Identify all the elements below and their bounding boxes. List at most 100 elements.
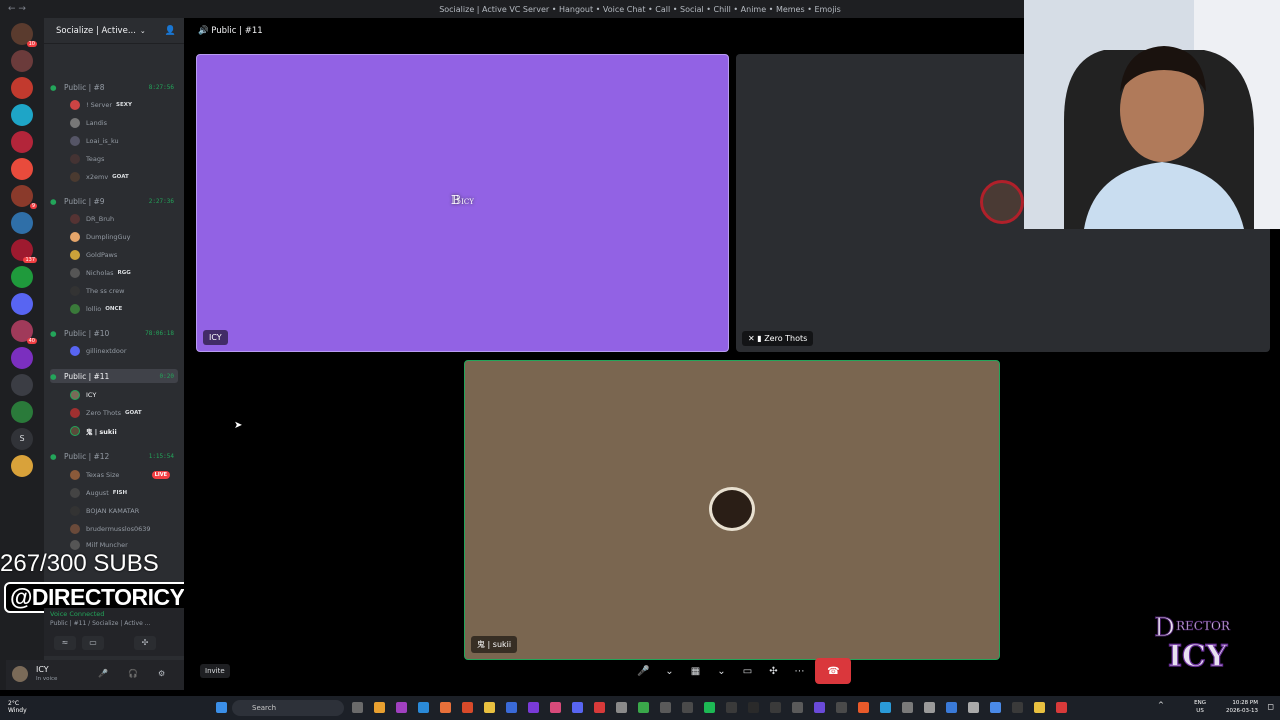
microphone-icon[interactable]: 🎤 [633, 660, 653, 682]
app-icon[interactable] [1012, 702, 1023, 713]
list-item[interactable]: ICY [70, 388, 178, 402]
app-icon[interactable] [682, 702, 693, 713]
list-item[interactable]: lollio ONCE [70, 302, 178, 316]
participant-tile-sukii[interactable]: 鬼 | sukii [464, 360, 1000, 660]
voice-channel-public-8[interactable]: ● Public | #8 8:27:56 [50, 80, 178, 94]
list-item[interactable]: Teags [70, 152, 178, 166]
windows-start-icon[interactable] [216, 702, 227, 713]
headphones-icon[interactable]: 🎧 [128, 669, 138, 678]
app-icon[interactable] [836, 702, 847, 713]
server-icon[interactable]: 10 [11, 23, 37, 47]
spotify-icon[interactable] [704, 702, 715, 713]
microphone-icon[interactable]: 🎤 [98, 669, 108, 678]
list-item[interactable]: BOJAN KAMATAR [70, 504, 178, 518]
app-icon[interactable] [396, 702, 407, 713]
app-icon[interactable] [946, 702, 957, 713]
list-item[interactable]: DumplingGuy [70, 230, 178, 244]
noise-icon[interactable]: ≈ [54, 636, 76, 650]
discord-icon[interactable] [572, 702, 583, 713]
voice-channel-public-12[interactable]: ● Public | #12 1:15:54 [50, 449, 178, 463]
app-icon[interactable] [792, 702, 803, 713]
app-icon[interactable] [374, 702, 385, 713]
list-item[interactable]: brudermusslos0639 [70, 522, 178, 536]
weather-widget[interactable]: 2°C Windy [8, 700, 27, 714]
list-item[interactable]: Nicholas RGG [70, 266, 178, 280]
back-forward-icon[interactable]: ← → [8, 4, 26, 14]
app-icon[interactable] [660, 702, 671, 713]
voice-channel-public-9[interactable]: ● Public | #9 2:27:36 [50, 194, 178, 208]
app-icon[interactable] [990, 702, 1001, 713]
add-member-icon[interactable]: 👤 [165, 26, 176, 36]
app-icon[interactable] [968, 702, 979, 713]
server-icon[interactable]: 137 [11, 239, 37, 263]
avatar[interactable] [12, 666, 28, 682]
server-icon[interactable] [11, 401, 33, 423]
chrome-icon[interactable] [638, 702, 649, 713]
server-icon[interactable] [11, 347, 33, 369]
server-icon[interactable]: 9 [11, 185, 37, 209]
app-icon[interactable] [748, 702, 759, 713]
list-item[interactable]: Zero Thots GOAT [70, 406, 178, 420]
brave-icon[interactable] [462, 702, 473, 713]
app-icon[interactable] [858, 702, 869, 713]
language-indicator[interactable]: ENG US [1194, 699, 1206, 715]
invite-button[interactable]: Invite [200, 664, 230, 678]
list-item[interactable]: Landis [70, 116, 178, 130]
participant-tile-icy[interactable]: 𝔹ICY ICY [196, 54, 729, 352]
list-item[interactable]: DR_Bruh [70, 212, 178, 226]
app-icon[interactable] [1056, 702, 1067, 713]
app-icon[interactable] [528, 702, 539, 713]
chevron-down-icon[interactable]: ⌄ [659, 660, 679, 682]
server-icon[interactable] [11, 131, 33, 153]
app-icon[interactable] [726, 702, 737, 713]
list-item[interactable]: gillinextdoor [70, 344, 178, 358]
list-item[interactable]: ! Server SEXY [70, 98, 178, 112]
server-icon[interactable] [11, 266, 33, 288]
voice-channel-public-10[interactable]: ● Public | #10 78:06:18 [50, 326, 178, 340]
edge-icon[interactable] [418, 702, 429, 713]
app-icon[interactable] [1034, 702, 1045, 713]
folder-icon[interactable] [484, 702, 495, 713]
more-icon[interactable]: ⋯ [789, 660, 809, 682]
server-icon[interactable] [11, 158, 33, 180]
server-icon[interactable]: 40 [11, 320, 37, 344]
server-icon[interactable] [11, 104, 33, 126]
list-item[interactable]: GoldPaws [70, 248, 178, 262]
list-item[interactable]: The ss crew [70, 284, 178, 298]
chevron-down-icon[interactable]: ⌄ [711, 660, 731, 682]
notification-icon[interactable]: ◻ [1267, 702, 1274, 711]
task-view-icon[interactable] [352, 702, 363, 713]
search-input[interactable]: Search [232, 700, 344, 716]
list-item[interactable]: August FISH [70, 486, 178, 500]
list-item[interactable]: 鬼 | sukii [70, 424, 178, 438]
app-icon[interactable] [902, 702, 913, 713]
app-icon[interactable] [506, 702, 517, 713]
gear-icon[interactable]: ⚙ [158, 669, 165, 678]
server-icon[interactable] [11, 50, 33, 72]
chevron-up-icon[interactable]: ^ [1158, 701, 1164, 709]
activities-icon[interactable]: ✣ [763, 660, 783, 682]
server-icon[interactable] [11, 212, 33, 234]
app-icon[interactable] [616, 702, 627, 713]
app-icon[interactable] [770, 702, 781, 713]
app-icon[interactable] [880, 702, 891, 713]
list-item[interactable]: Loai_is_ku [70, 134, 178, 148]
screen-share-icon[interactable]: ▭ [737, 660, 757, 682]
server-icon[interactable] [11, 293, 33, 315]
server-icon[interactable] [11, 374, 33, 396]
server-icon[interactable] [11, 77, 33, 99]
app-icon[interactable] [814, 702, 825, 713]
camera-off-icon[interactable]: ▦ [685, 660, 705, 682]
clock[interactable]: 10:28 PM 2026-03-13 [1226, 699, 1258, 715]
list-item[interactable]: Texas Size LIVE [70, 468, 178, 482]
app-icon[interactable] [924, 702, 935, 713]
voice-channel-path[interactable]: Public | #11 / Socialize | Active ... [50, 620, 150, 627]
server-icon[interactable]: S [11, 428, 33, 450]
app-icon[interactable] [594, 702, 605, 713]
guild-header[interactable]: Socialize | Active... ⌄ 👤 [44, 18, 184, 44]
app-icon[interactable] [550, 702, 561, 713]
voice-channel-public-11[interactable]: ● Public | #11 0:20 [50, 369, 178, 383]
firefox-icon[interactable] [440, 702, 451, 713]
hang-up-button[interactable]: ☎ [815, 658, 852, 684]
server-icon[interactable] [11, 455, 33, 477]
